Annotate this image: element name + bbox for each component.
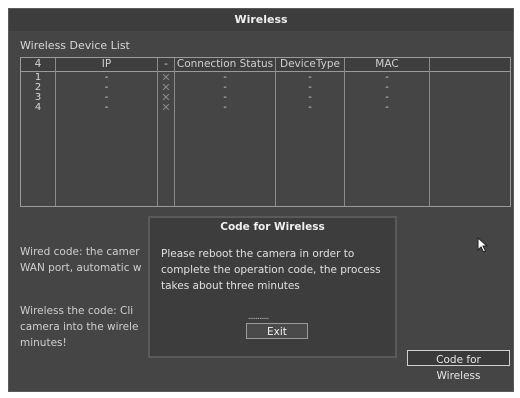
close-icon: ✕ [161, 101, 171, 114]
column-header-status-icon: - [164, 58, 168, 70]
table-row[interactable]: 4 - ✕ - - - [21, 101, 510, 114]
wireless-window: Wireless Wireless Device List 4 IP - Con… [8, 8, 514, 392]
row-mac: - [385, 102, 389, 113]
code-for-wireless-button[interactable]: Code for Wireless [407, 350, 510, 382]
table-row[interactable]: 2 - ✕ - - - [21, 82, 510, 93]
code-for-wireless-dialog: Code for Wireless Please reboot the came… [148, 216, 397, 358]
column-header-count: 4 [34, 58, 42, 70]
column-header-device-type: DeviceType [279, 58, 341, 70]
column-header-connection-status: Connection Status [176, 58, 274, 70]
dialog-title: Code for Wireless [220, 221, 325, 233]
wireless-code-line: Wireless the code: Cli [20, 305, 134, 317]
window-title: Wireless [9, 9, 513, 31]
wired-code-description: Wired code: the camer WAN port, automati… [20, 244, 150, 276]
row-ip: - [104, 102, 109, 113]
row-device-type: - [308, 102, 312, 113]
device-list-label: Wireless Device List [20, 39, 130, 52]
table-row[interactable]: 3 - ✕ - - - [21, 92, 510, 103]
dialog-message: Please reboot the camera in order to com… [161, 248, 381, 292]
wireless-code-description: Wireless the code: Cli camera into the w… [20, 303, 150, 351]
row-number: 4 [34, 102, 42, 113]
column-header-ip: IP [101, 58, 112, 70]
mouse-cursor-icon [477, 237, 489, 253]
table-row[interactable]: 1 - ✕ - - - [21, 72, 510, 83]
wireless-code-line: minutes! [20, 337, 67, 349]
device-table: 4 IP - Connection Status DeviceType MAC … [20, 57, 511, 207]
table-header: 4 IP - Connection Status DeviceType MAC [21, 58, 510, 72]
wired-code-line: WAN port, automatic w [20, 262, 142, 274]
wireless-code-line: camera into the wirele [20, 321, 139, 333]
exit-button[interactable]: Exit [246, 323, 308, 339]
column-header-mac: MAC [375, 58, 399, 70]
row-connection-status: - [223, 102, 227, 113]
wired-code-line: Wired code: the camer [20, 246, 140, 258]
progress-indicator: ........... [247, 312, 269, 322]
